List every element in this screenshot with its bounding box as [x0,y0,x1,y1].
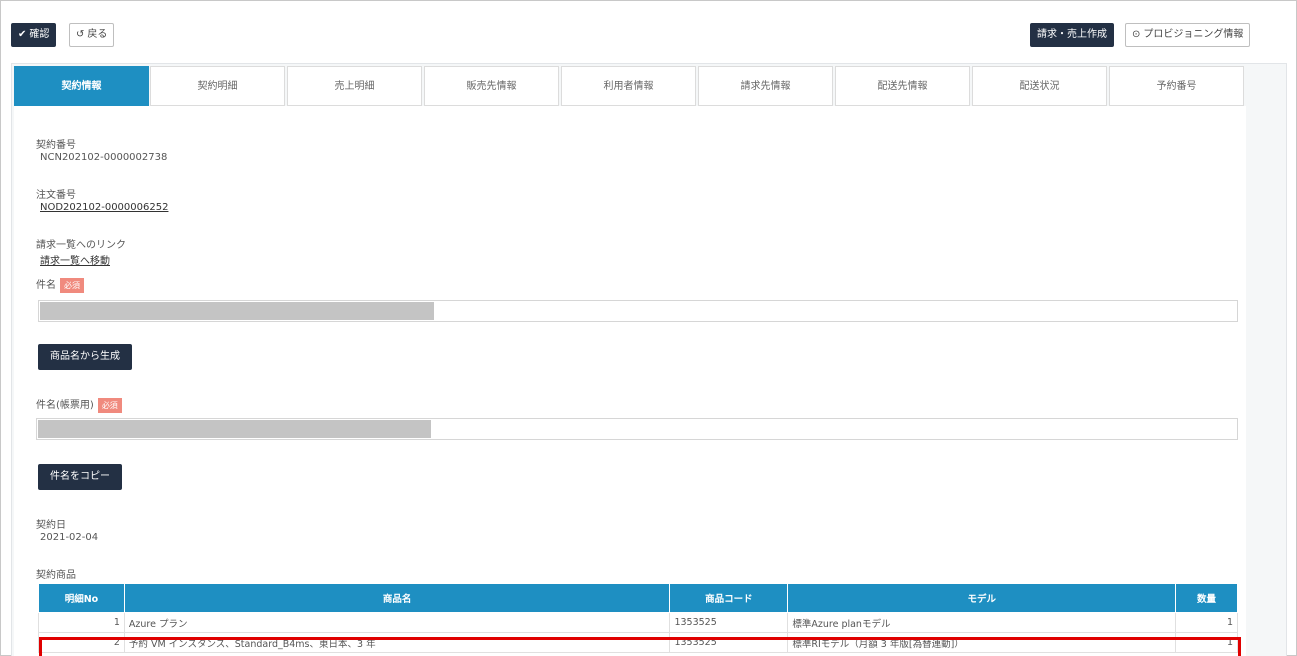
contract-no-label: 契約番号 [36,140,76,151]
toolbar: ✔ 確認 ↺ 戻る 請求・売上作成 ⊙ プロビジョニング情報 [11,23,1286,49]
back-button[interactable]: ↺ 戻る [69,23,115,47]
header-line-no: 明細No [38,583,125,613]
subject-label: 件名 必須 [36,276,84,293]
tab-delivery-status[interactable]: 配送状況 [972,66,1107,106]
subject-invoice-label: 件名(帳票用) 必須 [36,396,122,413]
required-badge: 必須 [60,277,84,293]
header-model: モデル [787,583,1177,613]
contract-info-content: 契約番号 NCN202102-0000002738 注文番号 NOD202102… [14,106,1246,656]
app-window: ✔ 確認 ↺ 戻る 請求・売上作成 ⊙ プロビジョニング情報 契約情報 契約明細 売上… [0,0,1297,656]
order-no-link[interactable]: NOD202102-0000006252 [40,202,168,213]
subject-invoice-input[interactable] [36,418,1238,440]
header-product-name: 商品名 [123,583,671,613]
tab-contract-info[interactable]: 契約情報 [14,66,149,111]
billing-create-button[interactable]: 請求・売上作成 [1030,23,1114,47]
contract-date-label: 契約日 [36,520,66,531]
generate-from-product-button[interactable]: 商品名から生成 [38,344,132,370]
table-row[interactable]: 1 Azure プラン 1353525 標準Azure planモデル 1 [38,612,1238,633]
copy-subject-button[interactable]: 件名をコピー [38,464,122,490]
contract-date-value: 2021-02-04 [40,532,99,543]
circle-check-icon: ⊙ [1132,29,1141,40]
return-icon: ↺ [76,29,85,40]
main-panel: 契約情報 契約明細 売上明細 販売先情報 利用者情報 請求先情報 配送先情報 配… [11,63,1287,656]
header-product-code: 商品コード [669,583,789,613]
cell-model: 標準Azure planモデル [787,612,1177,633]
order-no-label: 注文番号 [36,190,76,201]
tab-seller-info[interactable]: 販売先情報 [424,66,559,106]
check-icon: ✔ [18,29,27,40]
highlight-box [39,637,1241,656]
tab-billing-info[interactable]: 請求先情報 [698,66,833,106]
products-label: 契約商品 [36,570,76,581]
provisioning-info-button[interactable]: ⊙ プロビジョニング情報 [1125,23,1251,47]
invoice-list-link[interactable]: 請求一覧へ移動 [40,252,110,267]
tab-shipping-info[interactable]: 配送先情報 [835,66,970,106]
redacted-text [38,420,431,438]
redacted-text [40,302,434,320]
confirm-button[interactable]: ✔ 確認 [11,23,57,47]
subject-input[interactable] [38,300,1238,322]
tab-contract-details[interactable]: 契約明細 [150,66,285,106]
header-quantity: 数量 [1175,583,1238,613]
contract-no-value: NCN202102-0000002738 [40,152,168,163]
required-badge: 必須 [97,397,122,413]
tab-user-info[interactable]: 利用者情報 [561,66,696,106]
tab-sales-details[interactable]: 売上明細 [287,66,422,106]
table-header-row: 明細No 商品名 商品コード モデル 数量 [38,583,1238,613]
cell-product-code: 1353525 [669,612,789,633]
invoice-link-label: 請求一覧へのリンク [36,240,126,251]
cell-product-name: Azure プラン [123,612,671,633]
tab-reservation-no[interactable]: 予約番号 [1109,66,1244,106]
cell-line-no: 1 [38,612,125,633]
cell-quantity: 1 [1175,612,1238,633]
